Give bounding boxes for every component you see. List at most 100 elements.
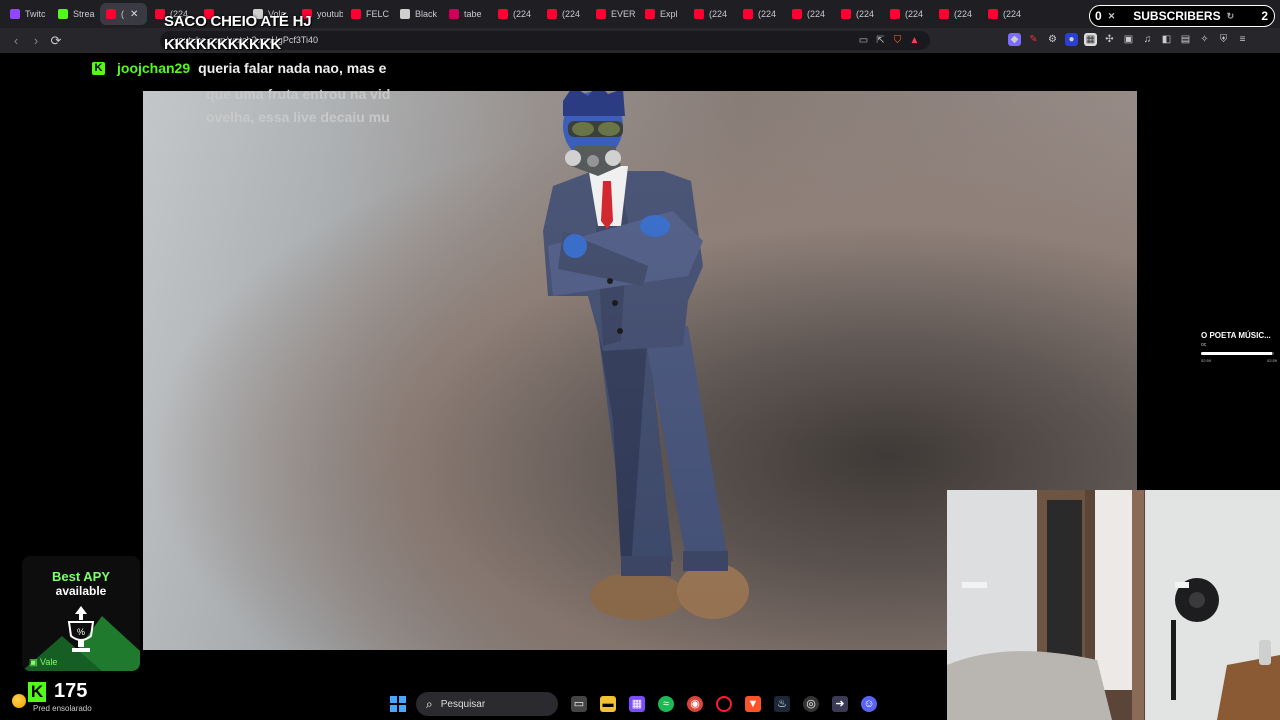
trophy-icon: % [67,606,95,652]
tab-favicon-icon [890,9,900,19]
obs-icon[interactable]: ◎ [803,696,819,712]
tab-label: (224 [1003,9,1022,19]
tab-label: (224 [856,9,875,19]
chrome-icon[interactable]: ◉ [687,696,703,712]
browser-tab[interactable]: (✕ [100,3,147,25]
search-placeholder: Pesquisar [440,698,486,710]
opera-icon[interactable] [716,696,732,712]
browser-tab[interactable]: (224 [492,3,539,25]
extension-icon[interactable]: ✎ [1027,33,1040,46]
chat-message-continuation: que uma fruta entrou na vid [206,86,391,102]
tab-favicon-icon [58,9,68,19]
tab-label: (224 [513,9,532,19]
spotify-icon[interactable]: ≈ [658,696,674,712]
browser-tab[interactable]: (224 [786,3,833,25]
webcam-scene [947,490,1280,720]
extension-icon[interactable]: ◆ [1008,33,1021,46]
apps-icon[interactable]: ▦ [629,696,645,712]
windows-taskbar: ⌕ Pesquisar ▭ ▬ ▦ ≈ ◉ ▼ ♨ ◎ ➜ ☺ [390,690,877,718]
promo-card[interactable]: Best APY available % ▣ Vale [22,556,140,671]
extensions-bar: ◆ ✎ ⚙ ● ▦ ✣ ▣ ♫ ◧ ▤ ✧ ⛨ ≡ [1008,33,1249,46]
weather-text: Pred ensolarado [33,704,92,713]
extension-icon[interactable]: ▦ [1084,33,1097,46]
browser-tab[interactable]: Twitc [4,3,50,25]
tab-label: (224 [905,9,924,19]
kick-count-value: 175 [54,680,88,702]
tab-favicon-icon [498,9,508,19]
tab-favicon-icon [841,9,851,19]
browser-tab[interactable]: (224 [737,3,784,25]
app-icon[interactable]: ➜ [832,696,848,712]
browser-tab[interactable]: EVER [590,3,637,25]
task-view-icon[interactable]: ▭ [571,696,587,712]
chat-overlay: K joojchan29 queria falar nada nao, mas … [92,60,407,76]
close-tab-icon[interactable]: ✕ [130,9,138,20]
chat-message-continuation: ovelha, essa live decaiu mu [206,109,390,125]
taskbar-search[interactable]: ⌕ Pesquisar [416,692,558,716]
browser-tab[interactable]: Black [394,3,441,25]
share-icon[interactable]: ⇱ [875,35,886,46]
tab-label: FELC [366,9,390,19]
discord-icon[interactable]: ☺ [861,696,877,712]
song-duration: 02:59 [1266,358,1277,363]
brave-icon[interactable]: ▼ [745,696,761,712]
webcam-feed [947,490,1280,720]
close-icon: ✕ [1107,10,1116,21]
search-icon: ⌕ [426,696,433,711]
extension-icon[interactable]: ● [1065,33,1078,46]
browser-tab[interactable]: (224 [982,3,1029,25]
reload-icon[interactable]: ⟳ [46,33,66,49]
wallet-icon[interactable]: ▤ [1179,33,1192,46]
back-icon[interactable]: ‹ [6,33,26,48]
promo-title: Best APY [51,569,111,584]
promo-subtitle: available [55,584,107,598]
tab-favicon-icon [645,9,655,19]
extension-icon[interactable]: ⚙ [1046,33,1059,46]
alert-line-2: KKKKKKKKKKK [164,36,281,53]
extension-icon[interactable]: ▣ [1122,33,1135,46]
promo-footer: ▣ Vale [29,657,58,667]
chat-message-text: queria falar nada nao, mas e [198,60,387,76]
browser-tab[interactable]: Strea [52,3,98,25]
chat-message: K joojchan29 queria falar nada nao, mas … [92,60,407,76]
forward-icon[interactable]: › [26,33,46,48]
steam-icon[interactable]: ♨ [774,696,790,712]
browser-tab[interactable]: tabe [443,3,490,25]
browser-tab[interactable]: FELC [345,3,392,25]
sidebar-icon[interactable]: ◧ [1160,33,1173,46]
browser-tab[interactable]: (224 [933,3,980,25]
screen: TwitcStrea(✕(224VolayoutubeFELCBlacktabe… [0,0,1280,720]
vpn-icon[interactable]: ⛨ [1217,33,1230,46]
tab-favicon-icon [988,9,998,19]
tab-label: Twitc [25,9,46,19]
file-explorer-icon[interactable]: ▬ [600,696,616,712]
cast-icon[interactable]: ▭ [858,35,869,46]
weather-sun-icon [12,694,26,708]
browser-tab[interactable]: (224 [688,3,735,25]
brave-rewards-icon[interactable]: ▲ [909,35,920,46]
tab-favicon-icon [106,9,116,19]
tab-favicon-icon [596,9,606,19]
puzzle-icon[interactable]: ✣ [1103,33,1116,46]
browser-tab[interactable]: Expl [639,3,686,25]
song-elapsed: 02:59 [1201,358,1212,363]
brave-shield-icon[interactable]: ⛉ [892,35,903,46]
tab-favicon-icon [939,9,949,19]
tab-favicon-icon [792,9,802,19]
browser-tab[interactable]: (224 [835,3,882,25]
media-icon[interactable]: ♫ [1141,33,1154,46]
tab-label: (224 [758,9,777,19]
svg-text:%: % [77,627,85,637]
tab-label: ( [121,9,124,19]
browser-tab[interactable]: (224 [884,3,931,25]
leo-icon[interactable]: ✧ [1198,33,1211,46]
browser-tab[interactable]: (224 [541,3,588,25]
tab-label: Black [415,9,438,19]
menu-icon[interactable]: ≡ [1236,33,1249,46]
tab-label: Strea [73,9,95,19]
tab-favicon-icon [694,9,704,19]
tab-label: (224 [954,9,973,19]
windows-start-icon[interactable] [390,696,406,712]
kick-logo-icon: K [92,61,105,75]
song-progress-fill [1201,352,1272,355]
